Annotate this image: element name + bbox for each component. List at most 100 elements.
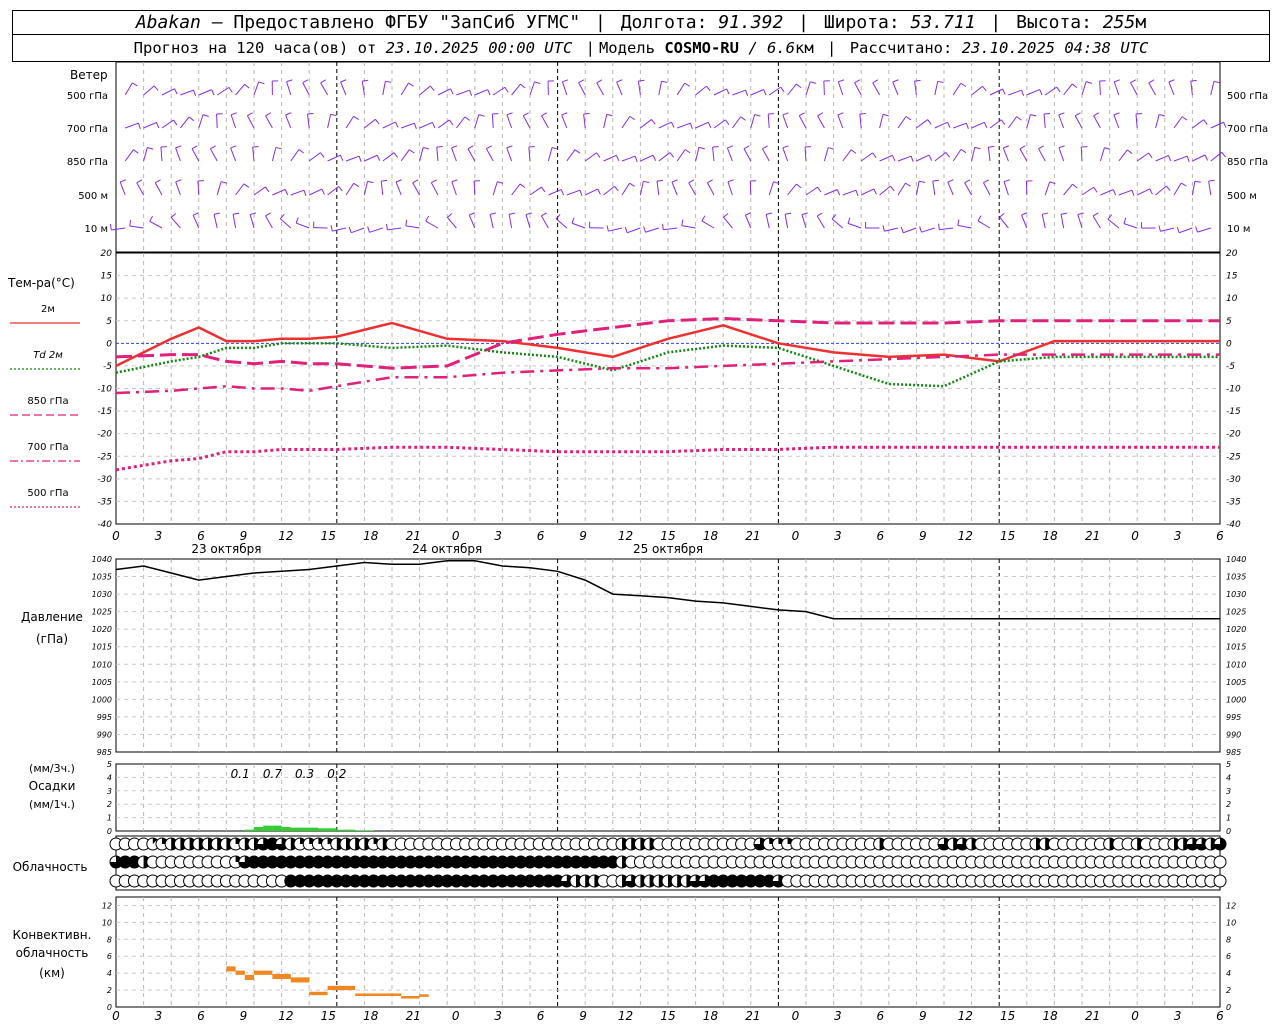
wind-barb xyxy=(860,152,873,162)
wind-barb xyxy=(726,147,733,162)
wind-barb xyxy=(608,227,623,232)
date-label: 25 октября xyxy=(633,542,703,556)
conv-bar xyxy=(254,970,273,975)
wind-barb xyxy=(1041,214,1046,229)
wind-barb-flag xyxy=(284,189,289,196)
temp-ytick: 20 xyxy=(101,249,113,259)
wind-barb xyxy=(824,189,838,196)
wind-barb-flag xyxy=(712,145,719,148)
wind-barb xyxy=(198,114,204,129)
temp-ytick: -40 xyxy=(97,520,112,530)
wind-barb-flag xyxy=(1180,182,1187,187)
precip-bar xyxy=(346,829,356,831)
cloud-symbol xyxy=(1213,874,1227,888)
wind-barb xyxy=(451,147,457,162)
wind-barb-flag xyxy=(872,79,879,84)
wind-barb xyxy=(964,182,973,196)
wind-barb-flag xyxy=(872,152,877,159)
wind-barb-flag xyxy=(698,146,705,150)
wind-barb xyxy=(508,214,513,229)
prec-ytick-right: 0 xyxy=(1226,827,1231,836)
wind-barb xyxy=(1173,182,1182,196)
wind-barb-flag xyxy=(506,145,513,149)
wind-barb-flag xyxy=(891,155,896,162)
wind-barb-flag xyxy=(960,82,967,87)
conv-bar xyxy=(290,977,310,983)
wind-barb-flag xyxy=(766,212,773,215)
wind-barb xyxy=(1044,86,1057,96)
wind-barb xyxy=(1118,189,1133,196)
conv-ytick-right: 12 xyxy=(1226,901,1236,910)
wind-barb-flag xyxy=(228,87,233,93)
wind-barb xyxy=(192,214,200,229)
temp-ytick: 5 xyxy=(106,317,112,327)
precip-bar xyxy=(272,825,282,831)
wind-barb-flag xyxy=(551,147,558,150)
wind-barb xyxy=(540,215,549,229)
pres-ytick: 1020 xyxy=(92,625,112,634)
hour-tick-label: 21 xyxy=(1085,529,1100,543)
hour-tick-label: 3 xyxy=(155,529,163,543)
wind-level-label-right: 500 гПа xyxy=(1227,91,1268,102)
wind-barb xyxy=(804,146,807,162)
wind-barb-flag xyxy=(754,114,761,117)
wind-barb-flag xyxy=(799,112,805,117)
pres-ytick: 985 xyxy=(97,748,112,757)
wind-barb xyxy=(971,121,985,129)
temp-ytick-right: -30 xyxy=(1226,475,1241,485)
wind-barb xyxy=(451,181,457,196)
wind-barb-flag xyxy=(1002,88,1006,95)
wind-barb xyxy=(681,225,696,229)
wind-barb xyxy=(345,116,355,129)
precip-bar xyxy=(327,828,337,831)
wind-barb-flag xyxy=(910,156,914,163)
wind-level-label: 500 м xyxy=(78,191,108,202)
hour-tick-label: 3 xyxy=(494,529,502,543)
wind-barb-flag xyxy=(506,112,513,116)
wind-barb xyxy=(382,121,396,129)
wind-barb xyxy=(1092,215,1101,229)
hour-tick-label-bottom: 15 xyxy=(321,1009,336,1023)
wind-barb xyxy=(805,186,818,196)
wind-barb-flag xyxy=(425,215,430,222)
wind-barb xyxy=(801,214,807,229)
hour-tick-label: 6 xyxy=(537,529,545,543)
wind-barb-flag xyxy=(1190,79,1197,82)
wind-barb xyxy=(957,224,972,229)
wind-barb xyxy=(345,183,355,196)
wind-barb-flag xyxy=(727,179,734,183)
wind-barb-flag xyxy=(555,213,561,220)
conv-bar xyxy=(419,994,429,997)
wind-barb-flag xyxy=(265,212,271,217)
hour-tick-label-bottom: 0 xyxy=(112,1009,120,1023)
wind-barb xyxy=(1077,214,1083,229)
prec-ytick: 1 xyxy=(107,814,112,823)
wind-barb-flag xyxy=(669,152,674,158)
wind-barb-flag xyxy=(431,122,436,129)
wind-barb-flag xyxy=(230,145,237,149)
wind-barb xyxy=(713,88,727,96)
hour-tick-label-bottom: 6 xyxy=(1216,1009,1224,1023)
wind-barb xyxy=(816,215,825,229)
conv-bar xyxy=(401,996,420,999)
wind-barb-flag xyxy=(395,179,402,183)
wind-barb xyxy=(603,114,608,129)
hour-tick-label: 3 xyxy=(1174,529,1182,543)
wind-barb-flag xyxy=(795,83,802,89)
wind-barb xyxy=(903,227,917,234)
hour-tick-label-bottom: 3 xyxy=(834,1009,842,1023)
wind-barb xyxy=(884,227,899,232)
wind-barb-flag xyxy=(724,119,730,126)
wind-barb-flag xyxy=(1167,155,1172,162)
temp-ytick: -20 xyxy=(97,430,112,440)
wind-barb-flag xyxy=(153,85,159,91)
wind-barb-flag xyxy=(745,90,749,96)
wind-barb xyxy=(382,81,386,96)
wind-barb-flag xyxy=(137,123,141,129)
wind-barb xyxy=(436,147,439,162)
wind-barb xyxy=(640,119,652,129)
wind-barb xyxy=(175,181,181,196)
pres-ytick-right: 1040 xyxy=(1226,555,1246,564)
wind-barb xyxy=(989,88,1003,96)
wind-barb-flag xyxy=(109,224,112,231)
